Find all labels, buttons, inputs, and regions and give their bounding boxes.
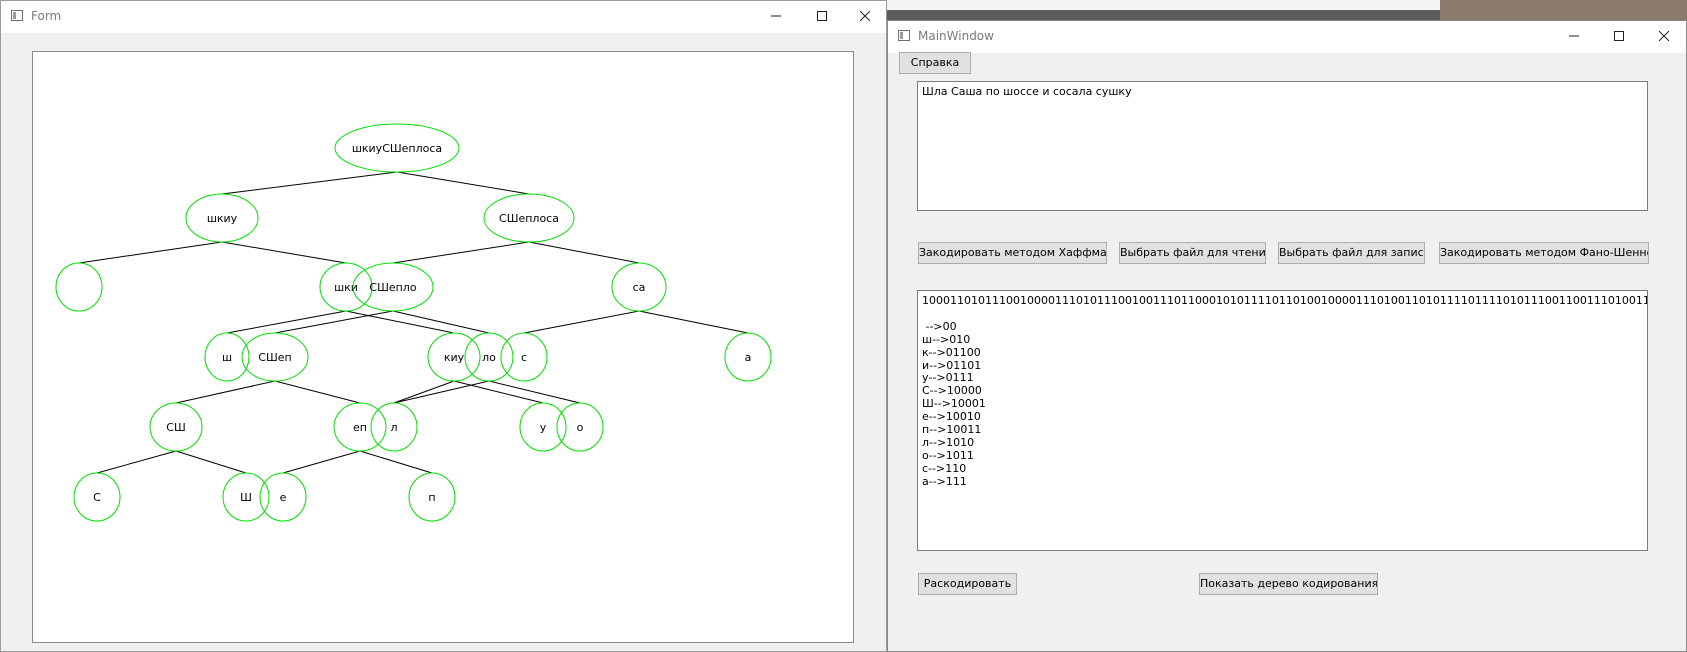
tree-node-label: СШепло — [369, 281, 416, 294]
tree-node-label: п — [428, 491, 435, 504]
form-window: Form шкиуСШеплоса шкиу СШеплоса шки СШепло са… — [0, 0, 887, 652]
minimize-icon — [1569, 35, 1579, 37]
output-text-area[interactable]: 1000110101110010000111010111001001110110… — [917, 290, 1648, 551]
tree-node: СШ — [149, 402, 203, 452]
tree-node-label: шкиу — [207, 212, 238, 225]
tree-node-label: шкиуСШеплоса — [352, 142, 442, 155]
tree-edge — [345, 310, 455, 334]
tree-edge — [175, 380, 276, 404]
tree-node: п — [408, 472, 456, 522]
tree-edge — [396, 171, 530, 195]
tree-canvas: шкиуСШеплоса шкиу СШеплоса шки СШепло са ш СШеп… — [32, 51, 854, 643]
input-text-area[interactable]: Шла Саша по шоссе и сосала сушку — [917, 81, 1648, 211]
tree-node: шкиуСШеплоса — [334, 123, 460, 173]
tree-node-label: шки — [334, 281, 358, 294]
tree-node-label: СШеп — [258, 351, 291, 364]
tree-node-label: С — [93, 491, 101, 504]
tree-node-label: са — [633, 281, 646, 294]
maximize-icon — [817, 11, 827, 21]
maximize-icon — [1614, 31, 1624, 41]
tree-edge — [488, 380, 581, 404]
tree-node: с — [500, 332, 548, 382]
tree-node: С — [73, 472, 121, 522]
tree-node-label: СШ — [166, 421, 185, 434]
tree-edge — [393, 380, 490, 404]
tree-edge — [274, 310, 394, 334]
tree-edge — [175, 450, 247, 474]
tree-node: са — [611, 262, 667, 312]
tree-node-label: е — [280, 491, 287, 504]
tree-node-label: а — [745, 351, 752, 364]
app-icon — [898, 30, 910, 41]
tree-node-label: киу — [444, 351, 465, 364]
help-button[interactable]: Справка — [899, 52, 971, 74]
tree-edge — [392, 310, 490, 334]
tree-node: у — [519, 402, 567, 452]
close-button[interactable] — [1641, 21, 1687, 53]
tree-edge — [226, 310, 347, 334]
tree-edge — [96, 450, 177, 474]
tree-node: а — [724, 332, 772, 382]
tree-edge — [393, 380, 455, 404]
background-image-strip — [1440, 0, 1687, 20]
tree-node: л — [370, 402, 418, 452]
main-title: MainWindow — [918, 29, 994, 43]
maximize-button[interactable] — [799, 1, 845, 33]
fano-encode-button[interactable]: Закодировать методом Фано-Шеннона — [1439, 242, 1649, 264]
show-tree-button[interactable]: Показать дерево кодирования — [1199, 573, 1378, 595]
tree-node: о — [556, 402, 604, 452]
tree-node — [55, 262, 103, 312]
tree-edge — [221, 241, 347, 264]
tree-node-label: о — [577, 421, 584, 434]
background-window-strip — [870, 0, 1440, 10]
form-title: Form — [31, 9, 62, 23]
huffman-encode-button[interactable]: Закодировать методом Хаффмана — [918, 242, 1107, 264]
close-icon — [1658, 30, 1670, 42]
tree-node: Ш — [222, 472, 270, 522]
tree-node-label: Ш — [240, 491, 252, 504]
main-window: MainWindow Справка Шла Саша по шоссе и с… — [887, 20, 1687, 652]
close-icon — [859, 10, 871, 22]
tree-node: ло — [464, 332, 514, 382]
coding-tree: шкиуСШеплосашкиу СШеплосашки СШепло саш СШеп… — [55, 123, 772, 522]
tree-edge — [638, 310, 749, 334]
open-write-file-button[interactable]: Выбрать файл для записи — [1278, 242, 1425, 264]
tree-edge — [359, 450, 433, 474]
tree-node-label: л — [390, 421, 397, 434]
tree-node: е — [259, 472, 307, 522]
minimize-icon — [771, 15, 781, 17]
decode-button[interactable]: Раскодировать — [918, 573, 1017, 595]
tree-node: СШепло — [352, 262, 434, 312]
tree-node-label: ло — [482, 351, 496, 364]
minimize-button[interactable] — [753, 1, 799, 33]
tree-edge — [453, 380, 544, 404]
open-read-file-button[interactable]: Выбрать файл для чтения — [1119, 242, 1266, 264]
tree-node-label: у — [540, 421, 547, 434]
tree-node: СШеплоса — [483, 193, 575, 243]
minimize-button[interactable] — [1551, 21, 1597, 53]
tree-edge — [78, 241, 223, 264]
tree-node: СШеп — [241, 332, 309, 382]
tree-node: шкиу — [185, 193, 259, 243]
close-button[interactable] — [842, 1, 888, 33]
app-icon — [11, 10, 23, 21]
maximize-button[interactable] — [1596, 21, 1642, 53]
tree-node-ellipse — [55, 262, 103, 312]
tree-edge — [392, 241, 530, 264]
form-titlebar[interactable]: Form — [1, 1, 886, 33]
tree-edge — [282, 450, 361, 474]
tree-node-label: еп — [353, 421, 367, 434]
tree-edge — [274, 380, 361, 404]
tree-edge — [221, 171, 398, 195]
tree-edge — [523, 310, 640, 334]
tree-node-label: с — [521, 351, 527, 364]
tree-node-label: ш — [222, 351, 232, 364]
main-titlebar[interactable]: MainWindow — [888, 21, 1686, 53]
tree-edge — [528, 241, 640, 264]
tree-node-label: СШеплоса — [499, 212, 559, 225]
